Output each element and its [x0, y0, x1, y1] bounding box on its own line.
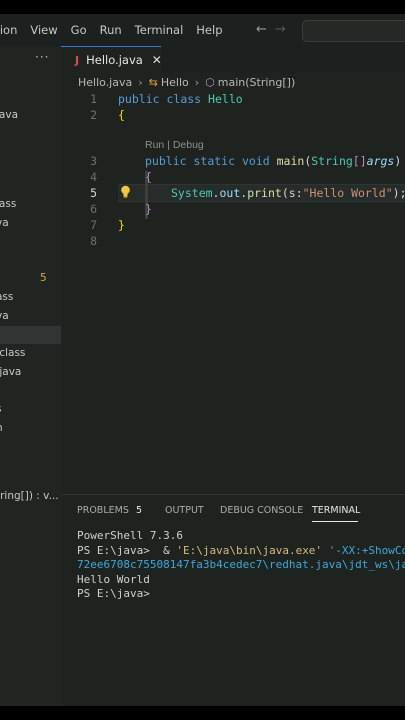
tab-output[interactable]: OUTPUT — [165, 505, 204, 516]
problem-count-badge: 5 — [40, 272, 47, 284]
breadcrumb-class[interactable]: Hello — [161, 76, 189, 89]
active-tab-indicator — [312, 521, 358, 522]
chevron-right-icon: › — [194, 76, 200, 89]
code-line-4: { — [145, 170, 152, 184]
explorer-sidebar: ··· java lass va 5 ass va .class .java s… — [0, 46, 61, 706]
explorer-item-selected[interactable] — [0, 326, 61, 344]
terminal-prompt: PS E:\java> — [77, 543, 157, 557]
code-line-3: public static void main(String[]args) — [145, 154, 402, 168]
menu-view[interactable]: View — [30, 23, 57, 37]
menu-go[interactable]: Go — [71, 23, 87, 37]
bottom-panel: PROBLEMS 5 OUTPUT DEBUG CONSOLE TERMINAL… — [61, 494, 405, 706]
menu-selection[interactable]: ction — [0, 23, 17, 37]
command-center-search[interactable] — [302, 20, 405, 42]
code-line-2: { — [118, 108, 125, 122]
breadcrumb-file[interactable]: Hello.java — [78, 76, 132, 89]
problems-count-badge: 5 — [136, 505, 143, 516]
explorer-item[interactable]: java — [0, 109, 18, 121]
codelens-run-debug[interactable]: Run | Debug — [145, 139, 204, 151]
explorer-item[interactable]: .java — [0, 366, 21, 378]
code-line-5: System.out.print(s:"Hello World"); — [171, 186, 405, 200]
explorer-item[interactable]: n — [0, 422, 3, 434]
explorer-item[interactable]: va — [0, 217, 9, 229]
line-number: 2 — [90, 108, 97, 122]
close-icon[interactable]: ✕ — [152, 53, 162, 67]
explorer-item[interactable]: va — [0, 310, 9, 322]
terminal-line: PowerShell 7.3.6 — [77, 529, 183, 542]
code-line-6: } — [145, 202, 152, 216]
tab-debug-console[interactable]: DEBUG CONSOLE — [220, 505, 303, 516]
line-number: 1 — [90, 92, 97, 106]
java-file-icon: J — [75, 53, 80, 67]
forward-arrow-icon[interactable]: → — [275, 22, 294, 37]
back-arrow-icon[interactable]: ← — [256, 22, 275, 37]
terminal-output[interactable]: PowerShell 7.3.6 PS E:\java> & 'E:\java\… — [77, 529, 405, 602]
terminal-prompt: PS E:\java> — [77, 587, 150, 600]
terminal-java-path: 'E:\java\bin\java.exe' — [176, 543, 323, 557]
navigation-arrows: ←→ — [256, 22, 294, 37]
breadcrumb: Hello.java › ⇆ Hello › ⬡ main(String[]) — [78, 76, 295, 89]
tab-problems[interactable]: PROBLEMS — [77, 505, 129, 516]
terminal-line: 72ee6708c75508147fa3b4cedec7\redhat.java… — [77, 558, 405, 571]
line-number: 8 — [90, 234, 97, 248]
line-number: 6 — [90, 202, 97, 216]
terminal-program-output: Hello World — [77, 572, 150, 586]
editor-tab-bar: J Hello.java ✕ — [61, 46, 405, 73]
menu-help[interactable]: Help — [196, 23, 222, 37]
line-number: 4 — [90, 170, 97, 184]
vscode-window: ction View Go Run Terminal Help ←→ ··· j… — [0, 14, 405, 706]
menu-terminal[interactable]: Terminal — [135, 23, 184, 37]
line-number: 7 — [90, 218, 97, 232]
terminal-option: '-XX:+ShowCodeDe — [328, 543, 405, 557]
string-literal: "Hello World" — [302, 186, 393, 200]
explorer-item[interactable]: lass — [0, 198, 16, 210]
explorer-item[interactable]: .class — [0, 347, 25, 359]
line-number: 3 — [90, 154, 97, 168]
tab-label: Hello.java — [86, 53, 143, 67]
tab-hello-java[interactable]: J Hello.java ✕ — [61, 46, 162, 73]
more-actions-icon[interactable]: ··· — [35, 50, 49, 64]
outline-item-main[interactable]: tring[]) : v... — [0, 490, 59, 502]
sidebar-bottom-label: s — [0, 703, 2, 706]
explorer-item[interactable]: ass — [0, 291, 13, 303]
tab-terminal[interactable]: TERMINAL — [312, 505, 360, 516]
code-line-7: } — [118, 218, 125, 232]
lightbulb-icon[interactable] — [120, 185, 131, 201]
breadcrumb-method[interactable]: main(String[]) — [218, 76, 295, 89]
code-editor[interactable]: 1 public class Hello 2 { Run | Debug 3 publ… — [61, 91, 405, 491]
parameter-hint: s: — [288, 186, 303, 200]
line-number: 5 — [90, 186, 97, 200]
code-line-1: public class Hello — [118, 92, 243, 106]
menu-run[interactable]: Run — [100, 23, 122, 37]
method-icon: ⬡ — [205, 76, 215, 89]
explorer-item[interactable]: s — [0, 403, 1, 415]
chevron-right-icon: › — [138, 76, 143, 89]
class-icon: ⇆ — [148, 76, 158, 89]
terminal-operator: & — [156, 543, 177, 557]
